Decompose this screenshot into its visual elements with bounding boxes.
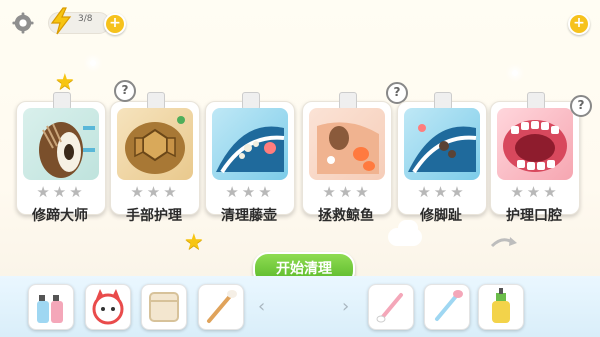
help-question-icon[interactable]: ? xyxy=(570,95,592,117)
level-card-barnacle[interactable]: ★★★ xyxy=(205,92,295,215)
level-label: 修蹄大师 xyxy=(32,208,88,224)
tool-slot-lotion[interactable] xyxy=(478,284,524,330)
cotton-swab-icon xyxy=(207,290,237,323)
whale-artwork xyxy=(404,108,480,180)
spray-bottles-icon xyxy=(37,295,63,323)
tool-slot-spray[interactable] xyxy=(28,284,74,330)
prev-arrow-button[interactable]: ‹ xyxy=(258,296,265,317)
cotton-swab-icon xyxy=(435,290,463,321)
level-label: 护理口腔 xyxy=(506,208,562,224)
sparkle xyxy=(512,70,518,76)
tool-slot-swab-blue[interactable] xyxy=(424,284,470,330)
level-stars: ★★★ xyxy=(130,183,180,201)
next-arrow-button[interactable]: › xyxy=(342,296,349,317)
mouth-artwork xyxy=(497,108,573,180)
curved-arrow-icon xyxy=(490,237,517,248)
cat-mascot-icon xyxy=(92,289,124,325)
level-card-hand[interactable]: ★★★ xyxy=(110,92,200,215)
lotion-bottle-icon xyxy=(492,288,510,323)
shop-plus-button[interactable]: + xyxy=(568,13,590,35)
help-question-icon[interactable]: ? xyxy=(114,80,136,102)
energy-text: 3/8 xyxy=(78,14,93,24)
decorative-cloud xyxy=(398,220,418,236)
level-stars: ★★★ xyxy=(36,183,86,201)
level-card-toe[interactable]: ★★★ xyxy=(397,92,487,215)
level-card-hoof[interactable]: ★★★ xyxy=(16,92,106,215)
level-card-whale[interactable]: ★★★ xyxy=(302,92,392,215)
foot-artwork xyxy=(309,108,385,180)
towel-icon xyxy=(149,292,179,322)
level-label: 手部护理 xyxy=(126,208,182,224)
decorative-star-icon: ★ xyxy=(184,230,204,255)
settings-gear-icon[interactable] xyxy=(12,12,34,34)
level-stars: ★★★ xyxy=(417,183,467,201)
tool-slot-swab[interactable] xyxy=(198,284,244,330)
level-card-mouth[interactable]: ★★★ xyxy=(490,92,580,215)
level-stars: ★★★ xyxy=(510,183,560,201)
tool-slot-mascot[interactable] xyxy=(85,284,131,330)
level-label: 拯救鲸鱼 xyxy=(318,208,374,224)
lightning-bolt-icon xyxy=(50,7,72,35)
add-energy-button[interactable]: + xyxy=(104,13,126,35)
cotton-swab-icon xyxy=(376,293,403,323)
level-label: 清理藤壶 xyxy=(221,208,277,224)
hoof-artwork xyxy=(23,108,99,180)
turtle-artwork xyxy=(117,108,193,180)
level-stars: ★★★ xyxy=(225,183,275,201)
level-stars: ★★★ xyxy=(322,183,372,201)
tool-slot-towel[interactable] xyxy=(141,284,187,330)
tool-slot-swab-pink[interactable] xyxy=(368,284,414,330)
barnacle-artwork xyxy=(212,108,288,180)
sparkle xyxy=(90,60,96,66)
